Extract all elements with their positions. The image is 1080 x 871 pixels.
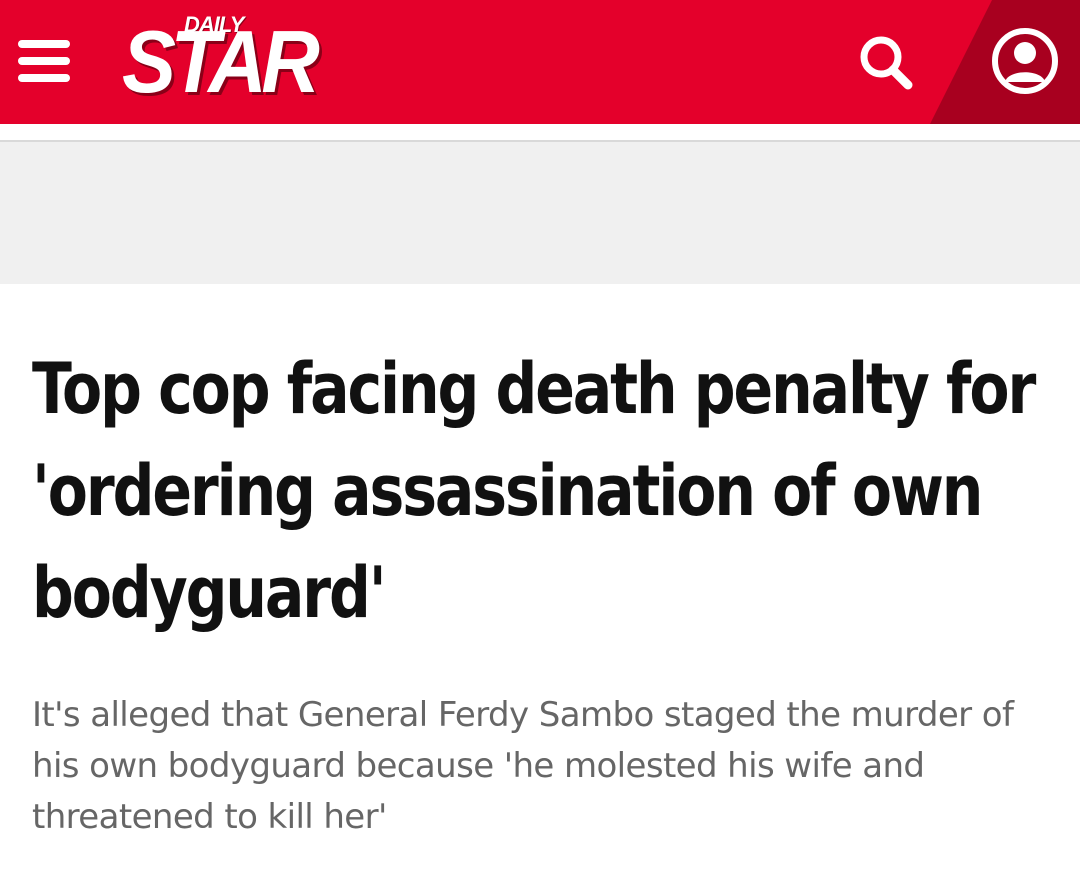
account-button[interactable] — [990, 26, 1060, 96]
hamburger-icon-bar — [18, 40, 70, 48]
user-account-icon — [992, 28, 1058, 94]
header-divider — [0, 124, 1080, 142]
hamburger-icon-bar — [18, 57, 70, 65]
search-icon — [860, 36, 913, 90]
hamburger-icon-bar — [18, 74, 70, 82]
daily-star-logo[interactable]: DAILY STAR — [118, 4, 320, 116]
article-headline: Top cop facing death penalty for 'orderi… — [32, 348, 1036, 634]
logo-star-text: STAR — [122, 12, 320, 111]
menu-button[interactable] — [14, 38, 74, 84]
article-standfirst: It's alleged that General Ferdy Sambo st… — [32, 695, 1014, 837]
site-header: DAILY STAR — [0, 0, 1080, 124]
search-button[interactable] — [852, 28, 922, 94]
advert-placeholder — [0, 142, 1080, 284]
article-header: Top cop facing death penalty for 'orderi… — [32, 338, 1062, 644]
